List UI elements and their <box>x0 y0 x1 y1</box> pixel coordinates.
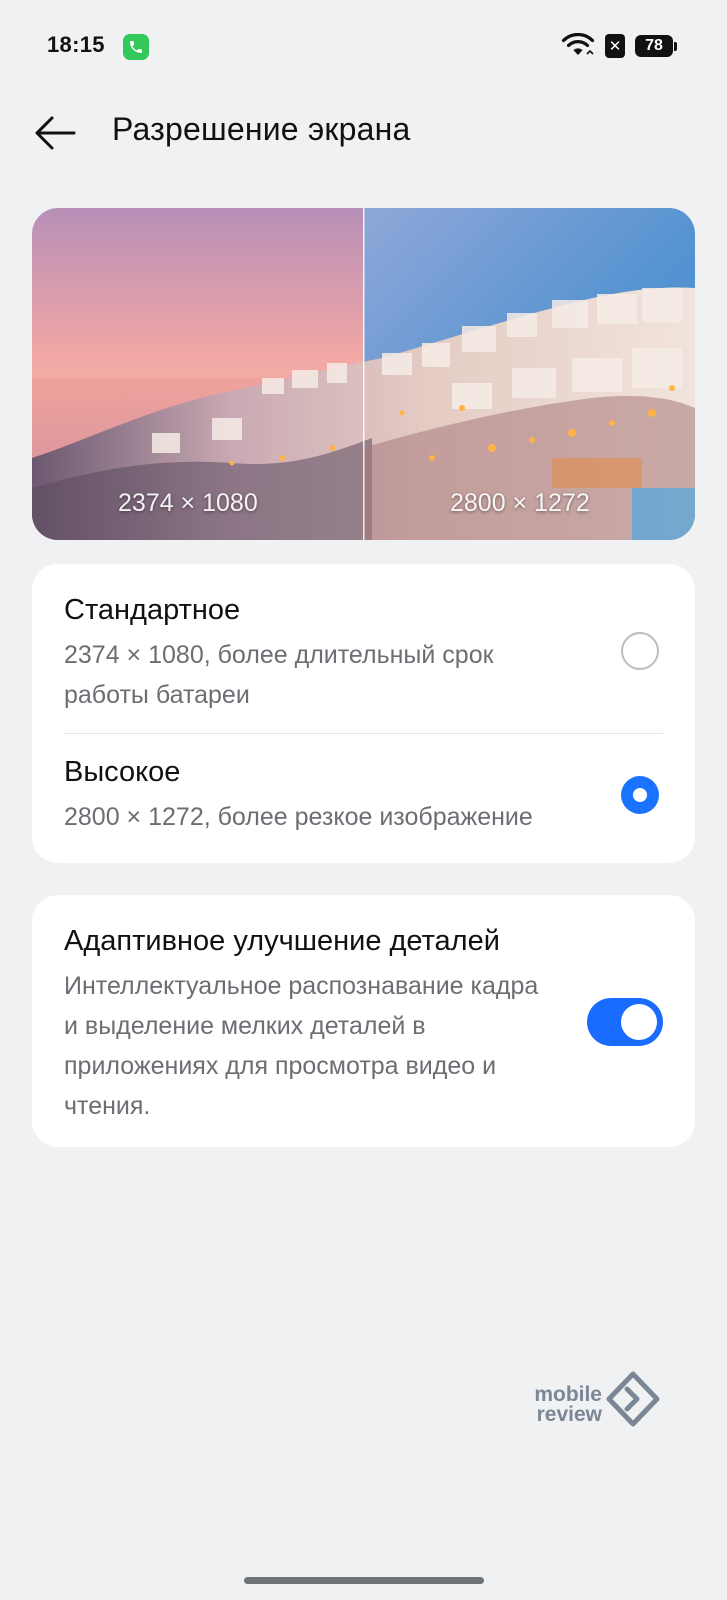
option-standard[interactable]: Стандартное 2374 × 1080, более длительны… <box>32 564 695 733</box>
back-button[interactable] <box>30 108 80 158</box>
status-icons: ✕ 78 <box>561 33 677 59</box>
logo-line-1: mobile <box>534 1383 602 1406</box>
adaptive-toggle[interactable] <box>587 998 663 1046</box>
battery-level: 78 <box>635 35 673 57</box>
logo-text: mobile review <box>520 1383 602 1426</box>
arrow-left-icon <box>35 116 76 150</box>
screen: 18:15 ✕ 78 Разрешение экрана 2374 × 1080… <box>0 0 727 1600</box>
option-standard-description: 2374 × 1080, более длительный срок работ… <box>64 641 494 709</box>
adaptive-title: Адаптивное улучшение деталей <box>64 925 500 957</box>
logo-line-2: review <box>536 1403 602 1426</box>
toggle-knob <box>621 1004 657 1040</box>
option-high-title: Высокое <box>64 756 181 788</box>
option-high[interactable]: Высокое 2800 × 1272, более резкое изобра… <box>32 734 695 863</box>
adaptive-description: Интеллектуальное распознавание кадра и в… <box>64 972 539 1120</box>
phone-call-icon <box>123 34 149 60</box>
status-time: 18:15 <box>47 32 105 57</box>
header: Разрешение экрана <box>0 100 727 164</box>
radio-standard[interactable] <box>621 632 659 670</box>
wifi-icon <box>561 33 595 55</box>
mobile-review-logo: mobile review <box>520 1371 670 1445</box>
option-high-description: 2800 × 1272, более резкое изображение <box>64 803 533 831</box>
sim-off-icon: ✕ <box>605 34 625 58</box>
resolution-options-card: Стандартное 2374 × 1080, более длительны… <box>32 564 695 863</box>
adaptive-enhancement-card: Адаптивное улучшение деталей Интеллектуа… <box>32 895 695 1147</box>
option-standard-title: Стандартное <box>64 594 241 626</box>
logo-diamond-icon <box>606 1371 660 1427</box>
preview-label-standard: 2374 × 1080 <box>118 489 258 517</box>
radio-high[interactable] <box>621 776 659 814</box>
battery-icon: 78 <box>635 35 677 57</box>
preview-label-high: 2800 × 1272 <box>450 489 590 517</box>
home-indicator[interactable] <box>244 1577 484 1584</box>
page-title: Разрешение экрана <box>112 111 411 147</box>
resolution-preview-image: 2374 × 1080 2800 × 1272 <box>32 208 695 540</box>
status-bar: 18:15 ✕ 78 <box>0 0 727 90</box>
